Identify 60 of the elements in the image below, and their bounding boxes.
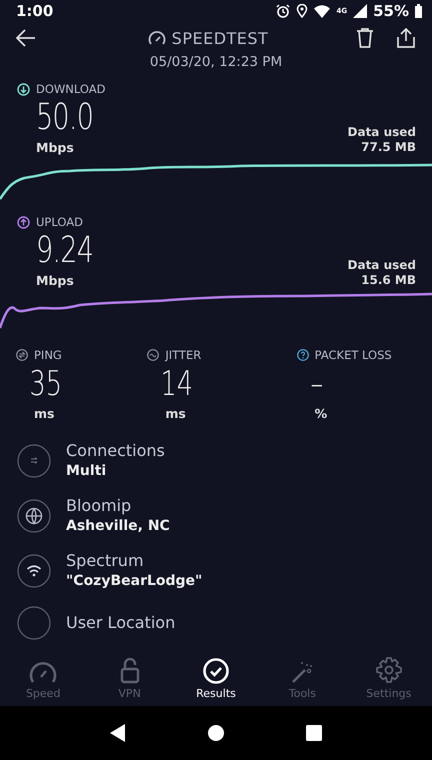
stat-unit: % xyxy=(314,406,328,421)
stat-value: 35 xyxy=(28,363,63,406)
test-date: 05/03/20, 12:23 PM xyxy=(148,54,284,72)
padlock-icon xyxy=(120,658,140,684)
back-arrow-icon[interactable] xyxy=(16,29,36,47)
globe-icon xyxy=(17,499,51,533)
detail-title: Bloomip xyxy=(66,496,132,516)
detail-title: User Location xyxy=(66,613,176,633)
stat-unit: ms xyxy=(33,406,56,421)
back-triangle-icon[interactable] xyxy=(110,724,126,742)
metric-label: DOWNLOAD xyxy=(36,82,106,96)
magic-wand-icon xyxy=(290,660,314,684)
detail-title: Spectrum xyxy=(66,551,145,571)
upload-arrow-icon xyxy=(17,216,30,228)
stat-label: JITTER xyxy=(165,348,202,362)
location-pin-icon xyxy=(296,4,308,18)
connections-icon xyxy=(17,444,51,478)
trash-icon[interactable] xyxy=(356,28,374,48)
detail-value: "CozyBearLodge" xyxy=(66,572,202,591)
wifi-icon xyxy=(17,554,51,588)
detail-title: Connections xyxy=(66,441,165,461)
stat-value: 14 xyxy=(160,363,194,406)
speed-unit: Mbps xyxy=(36,273,75,288)
download-arrow-icon xyxy=(17,82,30,96)
app-title: SPEEDTEST xyxy=(172,28,268,48)
nav-tab[interactable]: Speed xyxy=(0,648,86,706)
stat-value: – xyxy=(309,363,324,406)
stat-label: PACKET LOSS xyxy=(314,348,392,362)
wifi-signal-icon xyxy=(314,4,330,18)
status-time: 1:00 xyxy=(16,2,54,20)
jitter-icon xyxy=(147,349,160,361)
metric-label: UPLOAD xyxy=(36,215,83,229)
data-used-value: 15.6 MB xyxy=(360,273,416,288)
speedometer-icon xyxy=(29,660,58,684)
home-circle-icon[interactable] xyxy=(206,724,225,742)
speed-value: 50.0 xyxy=(36,96,94,140)
nav-tab[interactable]: Results xyxy=(172,648,260,706)
speedometer-icon xyxy=(148,30,166,46)
help-icon[interactable] xyxy=(296,349,309,361)
data-used-label: Data used xyxy=(348,125,416,140)
data-used-value: 77.5 MB xyxy=(360,140,416,155)
data-used-label: Data used xyxy=(348,258,416,273)
speed-value: 9.24 xyxy=(36,229,94,273)
cell-signal-icon xyxy=(353,4,368,18)
nav-tab[interactable]: Tools xyxy=(259,648,346,706)
detail-value: Asheville, NC xyxy=(66,517,170,536)
nav-tab[interactable]: Settings xyxy=(346,648,432,706)
stat-label: PING xyxy=(34,348,62,362)
nav-tab[interactable]: VPN xyxy=(86,648,173,706)
alarm-icon xyxy=(276,4,290,18)
stat-unit: ms xyxy=(164,406,187,421)
settings-icon xyxy=(374,656,403,684)
share-icon[interactable] xyxy=(396,28,416,48)
recents-square-icon[interactable] xyxy=(306,725,322,741)
detail-value: Multi xyxy=(66,462,108,481)
speed-unit: Mbps xyxy=(36,140,75,155)
battery-icon xyxy=(415,4,422,18)
checkmark-circle-icon xyxy=(203,658,230,684)
battery-percent: 55% xyxy=(373,2,409,20)
ping-icon xyxy=(16,349,28,361)
